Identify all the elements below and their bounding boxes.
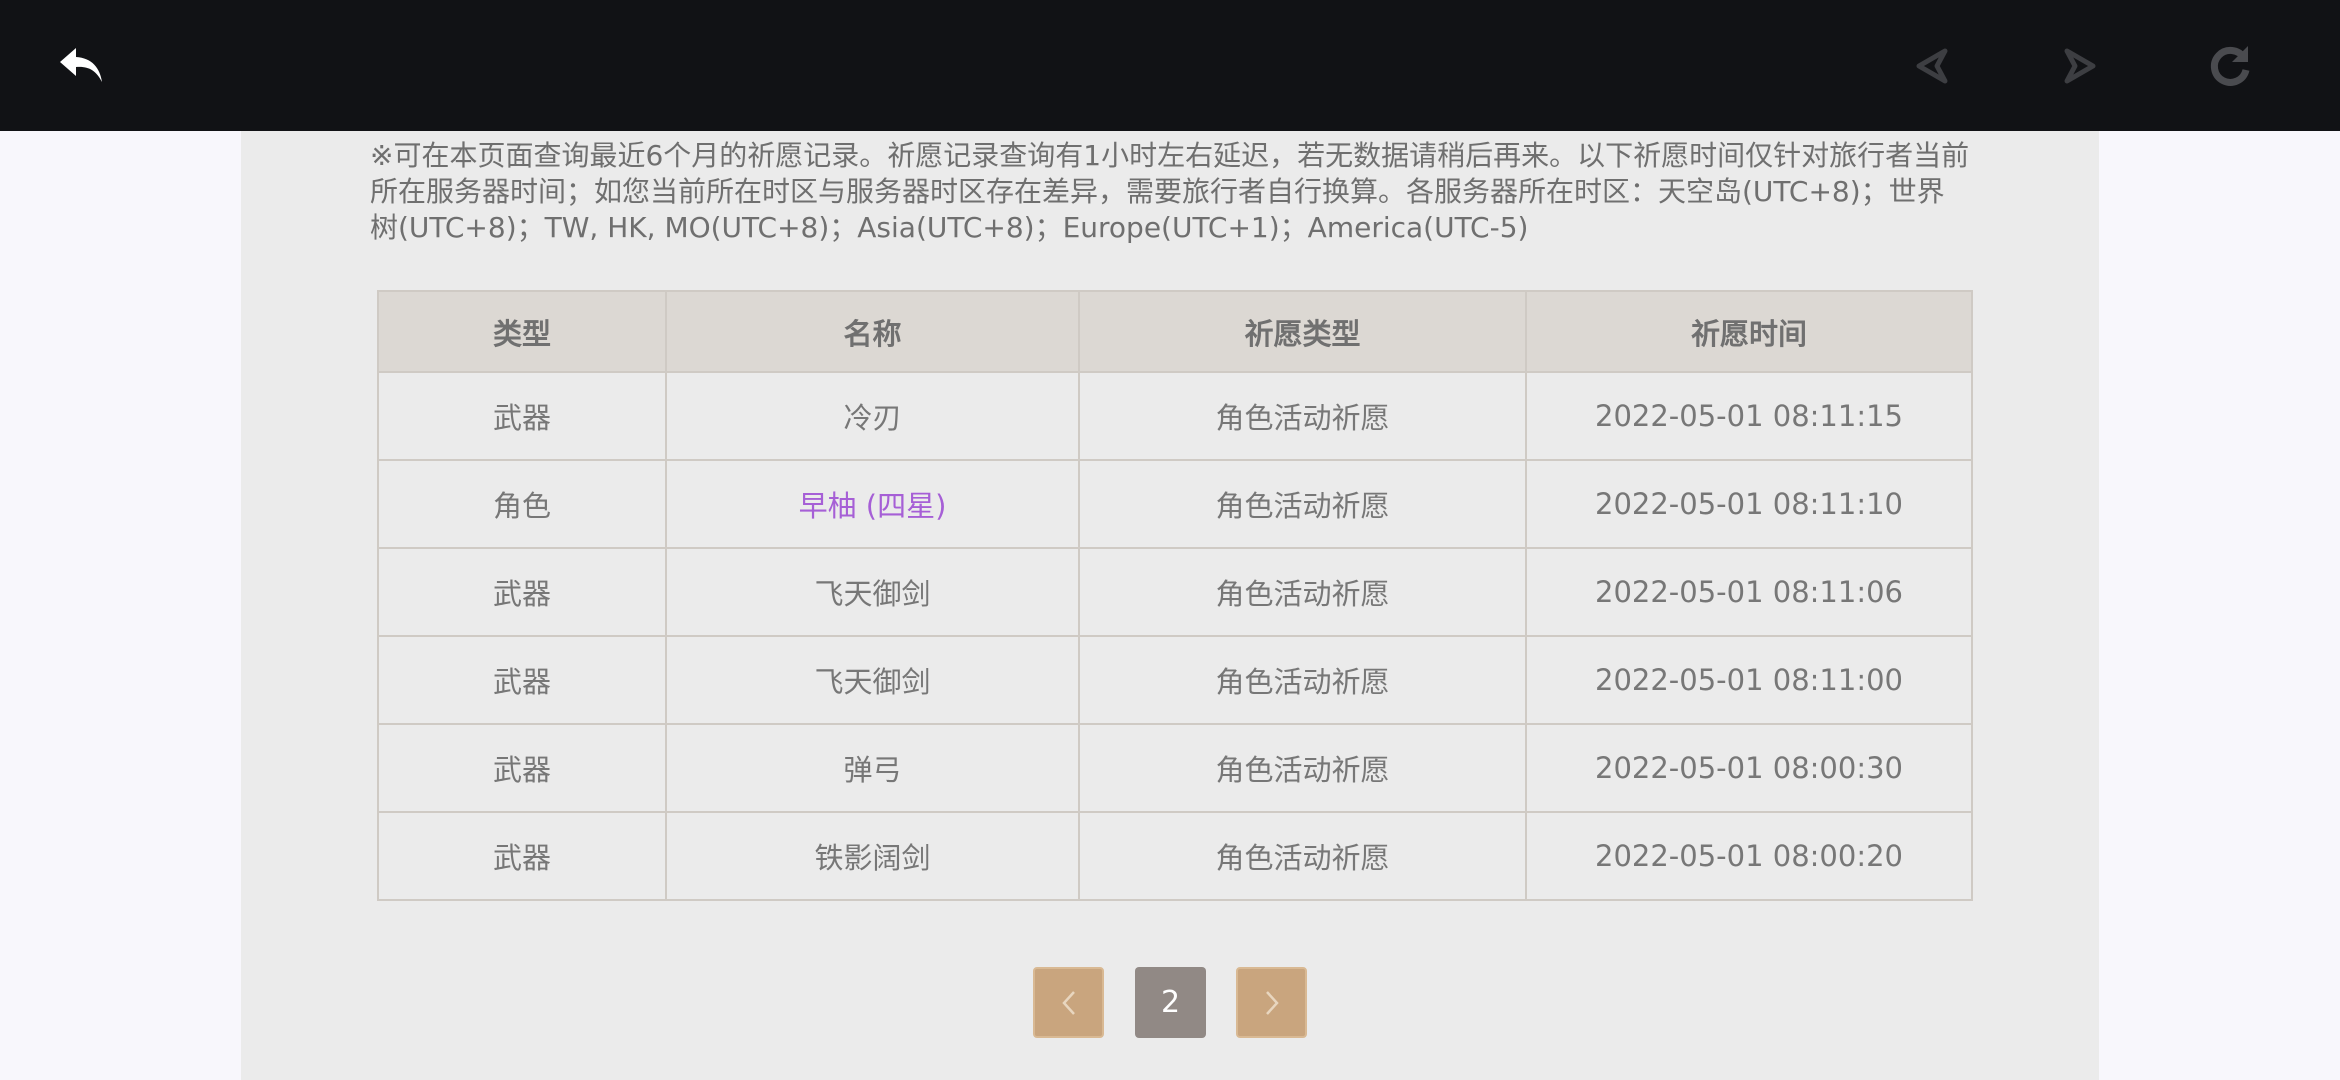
cell-type: 武器	[377, 547, 667, 637]
cell-type: 角色	[377, 459, 667, 549]
header-name: 名称	[665, 290, 1080, 373]
table-row: 武器 飞天御剑 角色活动祈愿 2022-05-01 08:11:06	[377, 547, 1973, 637]
cell-wish-time: 2022-05-01 08:00:20	[1525, 811, 1973, 901]
cell-wish-time: 2022-05-01 08:11:10	[1525, 459, 1973, 549]
wish-history-table: 类型 名称 祈愿类型 祈愿时间 武器 冷刃 角色活动祈愿 2022-05-01 …	[377, 290, 1973, 901]
cell-wish-time: 2022-05-01 08:11:06	[1525, 547, 1973, 637]
next-page-button[interactable]	[1236, 967, 1307, 1038]
cell-wish-time: 2022-05-01 08:00:30	[1525, 723, 1973, 813]
header-wish-type: 祈愿类型	[1078, 290, 1527, 373]
cell-name: 冷刃	[665, 371, 1080, 461]
cell-wish-type: 角色活动祈愿	[1078, 723, 1527, 813]
cell-type: 武器	[377, 723, 667, 813]
cell-type: 武器	[377, 371, 667, 461]
cell-wish-type: 角色活动祈愿	[1078, 459, 1527, 549]
cell-wish-type: 角色活动祈愿	[1078, 811, 1527, 901]
cell-name: 飞天御剑	[665, 635, 1080, 725]
chevron-left-icon	[1061, 990, 1075, 1015]
cell-name: 弹弓	[665, 723, 1080, 813]
prev-page-button[interactable]	[1033, 967, 1104, 1038]
table-row: 角色 早柚 (四星) 角色活动祈愿 2022-05-01 08:11:10	[377, 459, 1973, 549]
back-arrow-icon[interactable]	[52, 36, 112, 96]
cell-type: 武器	[377, 811, 667, 901]
history-forward-icon[interactable]	[2050, 36, 2110, 96]
cell-wish-type: 角色活动祈愿	[1078, 547, 1527, 637]
notice-text: ※可在本页面查询最近6个月的祈愿记录。祈愿记录查询有1小时左右延迟，若无数据请稍…	[370, 139, 1970, 244]
top-bar	[0, 0, 2340, 131]
cell-type: 武器	[377, 635, 667, 725]
header-type: 类型	[377, 290, 667, 373]
chevron-right-icon	[1265, 990, 1279, 1015]
cell-name: 早柚 (四星)	[665, 459, 1080, 549]
cell-wish-type: 角色活动祈愿	[1078, 371, 1527, 461]
refresh-icon[interactable]	[2200, 36, 2260, 96]
cell-name: 飞天御剑	[665, 547, 1080, 637]
table-header-row: 类型 名称 祈愿类型 祈愿时间	[377, 290, 1973, 373]
cell-wish-time: 2022-05-01 08:11:15	[1525, 371, 1973, 461]
header-wish-time: 祈愿时间	[1525, 290, 1973, 373]
table-row: 武器 飞天御剑 角色活动祈愿 2022-05-01 08:11:00	[377, 635, 1973, 725]
table-row: 武器 弹弓 角色活动祈愿 2022-05-01 08:00:30	[377, 723, 1973, 813]
cell-wish-type: 角色活动祈愿	[1078, 635, 1527, 725]
cell-name: 铁影阔剑	[665, 811, 1080, 901]
table-row: 武器 铁影阔剑 角色活动祈愿 2022-05-01 08:00:20	[377, 811, 1973, 901]
history-back-icon[interactable]	[1902, 36, 1962, 96]
table-row: 武器 冷刃 角色活动祈愿 2022-05-01 08:11:15	[377, 371, 1973, 461]
current-page-indicator[interactable]: 2	[1135, 967, 1206, 1038]
cell-wish-time: 2022-05-01 08:11:00	[1525, 635, 1973, 725]
